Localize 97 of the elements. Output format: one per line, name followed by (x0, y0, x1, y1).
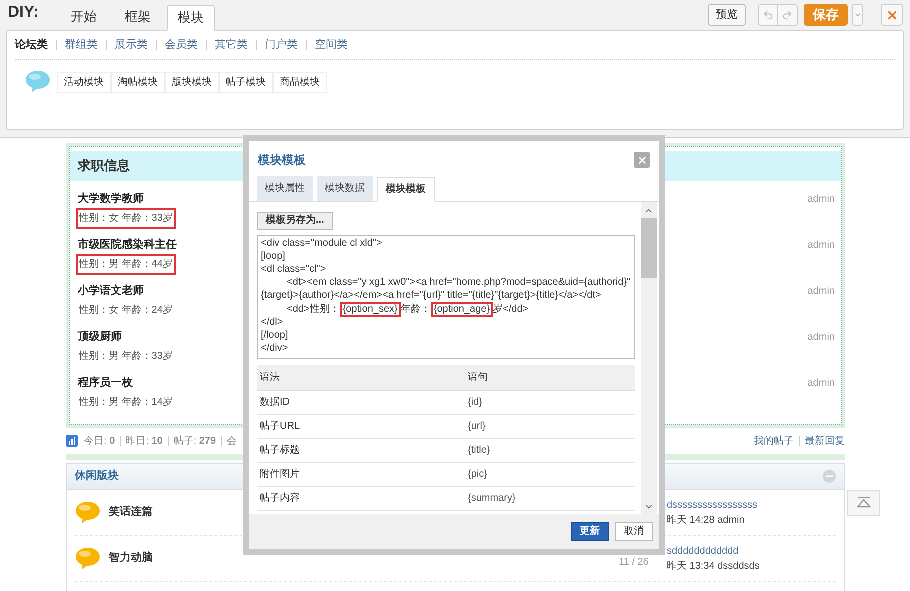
code-text: </dl> (261, 316, 284, 328)
speech-bubble-icon (75, 546, 101, 570)
category-link[interactable]: 会员类 (165, 36, 198, 54)
job-title[interactable]: 小学语文老师 (78, 282, 144, 300)
code-text: <dd>性别： (287, 304, 340, 315)
category-link[interactable]: 群组类 (65, 36, 98, 54)
table-cell-text: {url} (468, 420, 486, 434)
nav-link[interactable]: 我的帖子 (754, 434, 794, 448)
author-name: admin (808, 330, 835, 344)
code-text: </div> (261, 343, 288, 354)
highlighted-code: {option_age} (430, 302, 494, 317)
table-cell-text: {summary} (468, 492, 516, 506)
collapse-icon[interactable] (823, 470, 836, 483)
close-button[interactable] (881, 4, 903, 26)
module-button[interactable]: 商品模块 (273, 72, 327, 92)
code-text: <dl class="cl"> (261, 264, 326, 275)
back-to-top-button[interactable] (847, 490, 880, 516)
author-name: admin (808, 238, 835, 252)
code-text: <dt><em class="y xg1 xw0"><a href="home.php?mod=space&uid={authorid}" (287, 277, 631, 288)
category-link[interactable]: 展示类 (115, 36, 148, 54)
table-cell-text: 数据ID (259, 396, 291, 410)
page-count: 11 / 26 (619, 556, 649, 570)
column-header: 语法 (259, 370, 281, 384)
update-button[interactable]: 更新 (571, 522, 609, 541)
dialog-tab[interactable]: 模块模板 (377, 177, 435, 202)
preview-button[interactable]: 预览 (708, 4, 746, 26)
save-menu-button[interactable] (852, 4, 863, 26)
code-text: {target}>{author}</a></em><a href="{url}" title="{title}"{target}>{title}</a></dt> (261, 290, 602, 302)
diy-label: DIY: (8, 3, 39, 23)
module-button[interactable]: 活动模块 (57, 72, 111, 92)
redo-button[interactable] (778, 4, 798, 26)
last-post-info: 昨天 14:28 admin (667, 514, 746, 528)
job-title[interactable]: 程序员一枚 (78, 374, 133, 392)
dialog-title: 模块模板 (258, 152, 306, 169)
module-button[interactable]: 淘帖模块 (111, 72, 165, 92)
stat-text: 昨日: 10 (126, 434, 163, 448)
table-cell-text: {pic} (468, 468, 488, 482)
close-icon (636, 154, 648, 166)
code-text: 年龄： (400, 304, 431, 315)
caret-icon (854, 11, 862, 19)
nav-link[interactable]: 最新回复 (805, 434, 845, 448)
job-title[interactable]: 市级医院感染科主任 (78, 236, 177, 254)
table-cell-text: 附件图片 (259, 468, 301, 482)
last-post-link[interactable]: dsssssssssssssssss (667, 498, 758, 512)
tab[interactable]: 框架 (112, 4, 163, 30)
code-text: 岁</dd> (493, 304, 529, 315)
job-detail: 性别：男 年龄：14岁 (78, 396, 174, 410)
section-title: 休闲版块 (75, 468, 119, 484)
dialog-tab[interactable]: 模块数据 (317, 176, 373, 201)
category-link[interactable]: 空间类 (315, 36, 348, 54)
stat-text: 今日: 0 (84, 434, 116, 448)
save-as-button[interactable]: 模板另存为... (257, 212, 334, 230)
job-title[interactable]: 大学数学教师 (78, 190, 144, 208)
table-cell-text: 帖子内容 (259, 492, 301, 506)
job-detail: 性别：男 年龄：44岁 (76, 254, 176, 275)
author-name: admin (808, 376, 835, 390)
author-name: admin (808, 192, 835, 206)
close-icon (886, 8, 898, 22)
block-title: 求职信息 (78, 157, 130, 176)
highlighted-code: {option_sex} (340, 302, 401, 317)
redo-icon (782, 10, 793, 20)
code-text: <div class="module cl xld"> (261, 238, 382, 248)
category-link[interactable]: 门户类 (265, 36, 298, 54)
table-cell-text: 帖子URL (259, 420, 302, 434)
last-post-link[interactable]: sdddddddddddd (667, 544, 760, 558)
cancel-button[interactable]: 取消 (615, 522, 653, 541)
table-cell-text: 帖子标题 (259, 444, 301, 458)
category-link[interactable]: 其它类 (215, 36, 248, 54)
speech-bubble-icon (75, 500, 101, 524)
module-button[interactable]: 帖子模块 (219, 72, 273, 92)
author-name: admin (808, 284, 835, 298)
undo-icon (762, 10, 774, 20)
tab[interactable]: 模块 (166, 5, 215, 31)
job-detail: 性别：男 年龄：33岁 (78, 350, 174, 364)
column-header: 语句 (468, 370, 488, 384)
bar-chart-icon (66, 435, 78, 447)
code-text: [loop] (261, 250, 286, 262)
scrollbar[interactable] (641, 202, 657, 514)
scrollbar-thumb[interactable] (641, 218, 657, 278)
stat-text: 帖子: 279 (174, 434, 216, 448)
code-text: [/loop] (261, 330, 288, 341)
tab[interactable]: 开始 (58, 4, 109, 30)
template-editor[interactable] (257, 234, 635, 358)
table-cell-text: {id} (468, 396, 482, 410)
speech-bubble-icon (25, 70, 51, 94)
dialog-tab[interactable]: 模块属性 (257, 176, 313, 201)
back-to-top-icon (856, 497, 870, 509)
module-button[interactable]: 版块模块 (165, 72, 219, 92)
undo-button[interactable] (758, 4, 778, 26)
dialog-close-button[interactable] (634, 152, 650, 168)
job-detail: 性别：女 年龄：24岁 (78, 304, 174, 318)
last-post-info: 昨天 13:34 dssddsds (667, 560, 760, 574)
stat-text: 会 (227, 434, 238, 448)
table-cell-text: {title} (468, 444, 490, 458)
job-detail: 性别：女 年龄：33岁 (76, 208, 176, 229)
category-link[interactable]: 论坛类 (15, 36, 48, 54)
job-title[interactable]: 顶级厨师 (78, 328, 122, 346)
